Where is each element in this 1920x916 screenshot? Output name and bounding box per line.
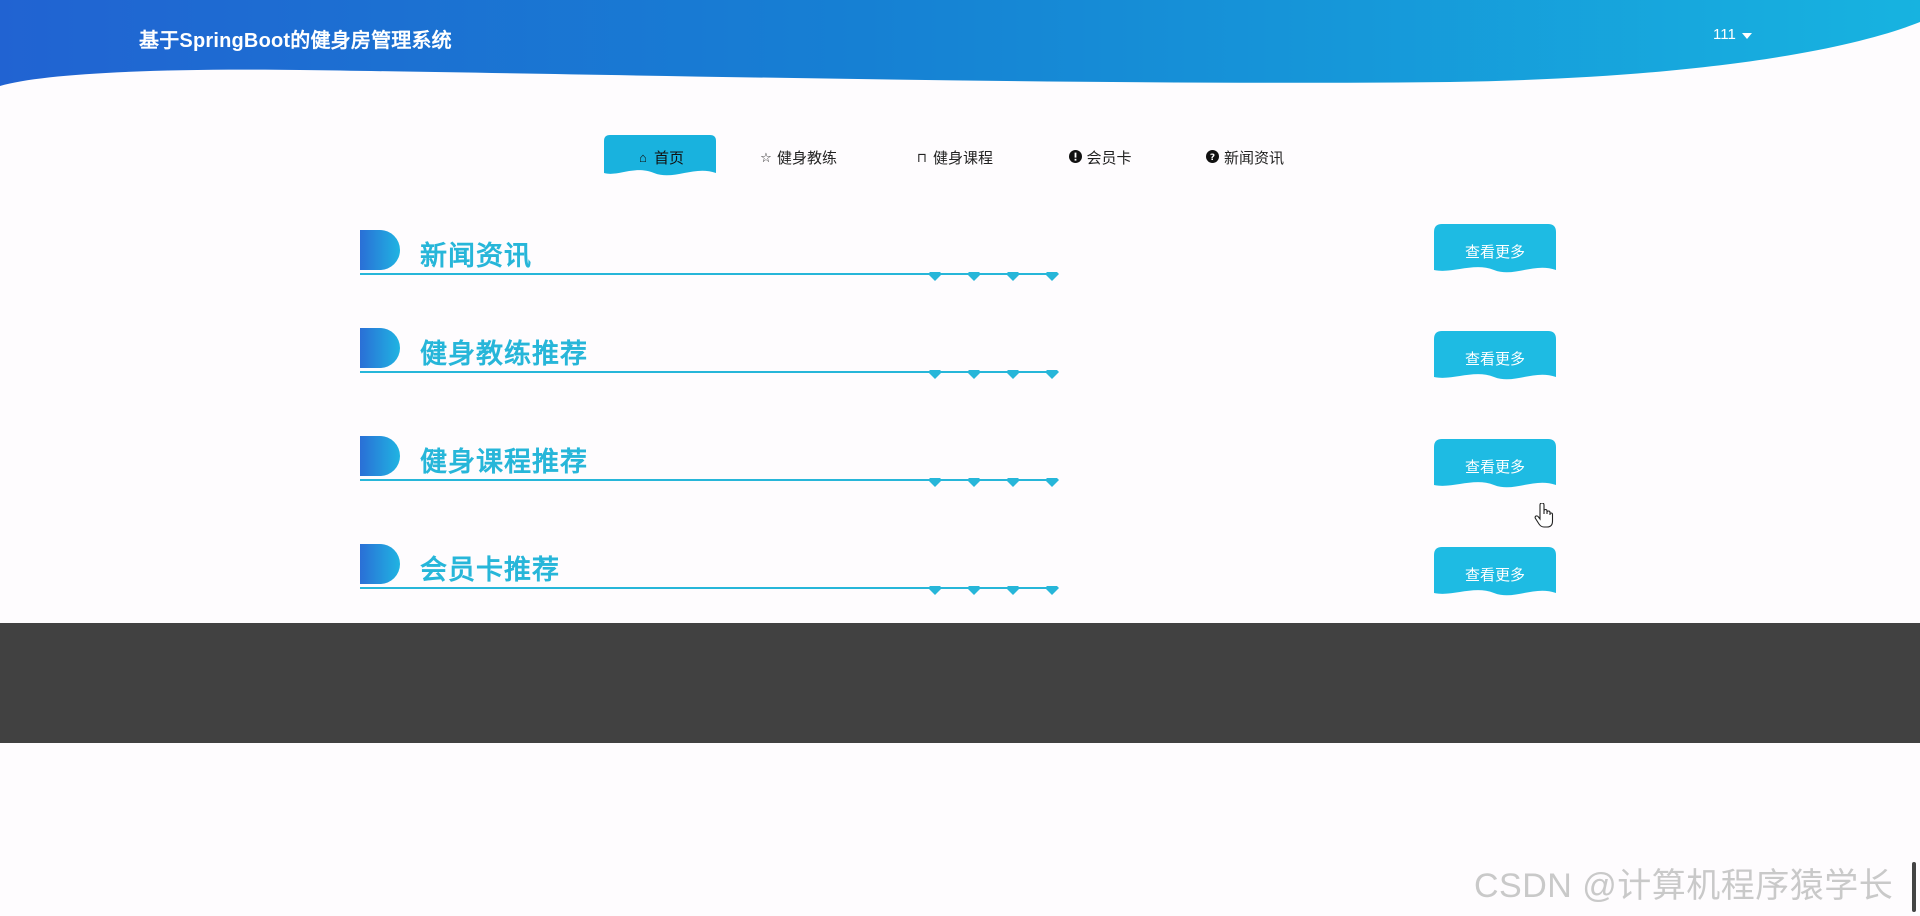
nav-item-home[interactable]: ⌂ 首页 bbox=[604, 135, 716, 179]
svg-text:?: ? bbox=[1210, 153, 1215, 163]
view-more-button[interactable]: 查看更多 bbox=[1434, 224, 1556, 278]
watermark: CSDN @计算机程序猿学长 bbox=[1474, 867, 1894, 905]
site-header: 基于SpringBoot的健身房管理系统 111 bbox=[0, 0, 1920, 100]
section-marker-icon bbox=[360, 328, 400, 368]
view-more-label: 查看更多 bbox=[1464, 567, 1525, 584]
user-menu[interactable]: 111 bbox=[1713, 26, 1752, 43]
section-title: 健身教练推荐 bbox=[420, 339, 588, 369]
nav-label: 首页 bbox=[653, 149, 684, 167]
section-membership-card-recommend: 会员卡推荐 查看更多 bbox=[360, 544, 1556, 612]
star-icon: ☆ bbox=[760, 149, 772, 165]
section-title: 会员卡推荐 bbox=[420, 555, 560, 585]
caret-down-icon bbox=[1741, 32, 1752, 39]
nav-item-membership-card[interactable]: 会员卡 bbox=[1062, 135, 1138, 179]
exclamation-circle-icon bbox=[1068, 149, 1082, 165]
home-icon: ⌂ bbox=[639, 149, 647, 165]
site-footer bbox=[0, 623, 1920, 743]
view-more-button[interactable]: 查看更多 bbox=[1434, 331, 1556, 385]
nav-item-courses[interactable]: ⊓ 健身课程 bbox=[906, 135, 1002, 179]
user-name: 111 bbox=[1713, 26, 1736, 43]
scrollbar-thumb[interactable] bbox=[1912, 862, 1916, 912]
view-more-button[interactable]: 查看更多 bbox=[1434, 439, 1556, 493]
nav-item-coaches[interactable]: ☆ 健身教练 bbox=[752, 135, 844, 179]
section-title: 新闻资讯 bbox=[420, 241, 532, 271]
section-news: 新闻资讯 查看更多 bbox=[360, 224, 1556, 298]
view-more-label: 查看更多 bbox=[1464, 351, 1525, 368]
view-more-button[interactable]: 查看更多 bbox=[1434, 547, 1556, 601]
section-course-recommend: 健身课程推荐 查看更多 bbox=[360, 436, 1556, 504]
site-title: 基于SpringBoot的健身房管理系统 bbox=[139, 30, 452, 52]
view-more-label: 查看更多 bbox=[1464, 244, 1525, 261]
section-title: 健身课程推荐 bbox=[420, 447, 588, 477]
section-divider bbox=[360, 586, 1059, 595]
main-nav: ⌂ 首页 ☆ 健身教练 ⊓ 健身课程 会员卡 ? 新闻资讯 bbox=[0, 135, 1920, 183]
view-more-label: 查看更多 bbox=[1464, 459, 1525, 476]
nav-item-news[interactable]: ? 新闻资讯 bbox=[1200, 135, 1290, 179]
section-marker-icon bbox=[360, 230, 400, 270]
hand-cursor-icon bbox=[1534, 503, 1554, 528]
question-circle-icon: ? bbox=[1206, 149, 1220, 165]
section-coach-recommend: 健身教练推荐 查看更多 bbox=[360, 328, 1556, 396]
section-marker-icon bbox=[360, 544, 400, 584]
section-marker-icon bbox=[360, 436, 400, 476]
nav-label: 新闻资讯 bbox=[1223, 149, 1284, 167]
nav-label: 健身课程 bbox=[932, 149, 993, 167]
section-divider bbox=[360, 370, 1059, 379]
bag-icon: ⊓ bbox=[916, 149, 928, 165]
nav-label: 会员卡 bbox=[1086, 149, 1132, 167]
section-divider bbox=[360, 478, 1059, 487]
nav-label: 健身教练 bbox=[776, 149, 837, 167]
section-divider bbox=[360, 272, 1059, 281]
